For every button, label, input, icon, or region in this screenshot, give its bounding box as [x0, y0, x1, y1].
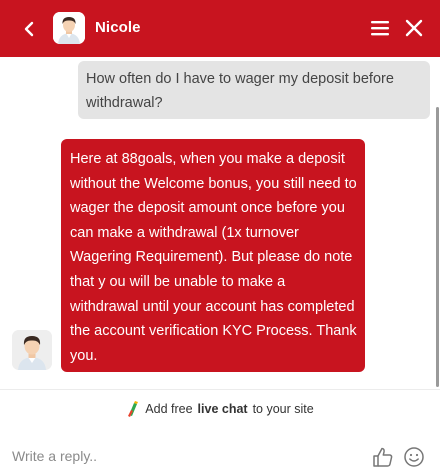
close-icon — [405, 19, 423, 37]
smiley-icon — [404, 447, 424, 467]
hamburger-menu-icon — [371, 21, 389, 36]
livechat-brand-icon — [128, 401, 139, 417]
agent-person-icon — [12, 330, 52, 370]
thumbs-up-icon — [373, 447, 393, 467]
promo-prefix: Add free — [145, 402, 193, 416]
chat-header: Nicole — [0, 0, 440, 57]
rate-good-button[interactable] — [372, 446, 394, 468]
chevron-left-icon — [24, 21, 34, 37]
agent-message: Here at 88goals, when you make a deposit… — [61, 139, 365, 372]
reply-input[interactable] — [12, 446, 352, 466]
footer-divider — [0, 389, 440, 390]
agent-person-icon — [53, 12, 85, 44]
scrollbar-thumb[interactable] — [436, 107, 439, 387]
livechat-promo-link[interactable]: Add free live chat to your site — [0, 401, 440, 417]
close-button[interactable] — [403, 17, 425, 39]
visitor-message: How often do I have to wager my deposit … — [78, 61, 430, 119]
message-agent-avatar — [12, 330, 52, 370]
menu-button[interactable] — [369, 17, 391, 39]
agent-name: Nicole — [95, 19, 141, 36]
message-list[interactable]: How often do I have to wager my deposit … — [0, 57, 440, 387]
promo-suffix: to your site — [252, 402, 314, 416]
back-button[interactable] — [16, 16, 42, 42]
chat-widget: Nicole How often do I have to wager my d… — [0, 0, 440, 475]
promo-bold: live chat — [197, 402, 248, 416]
emoji-button[interactable] — [403, 446, 425, 468]
agent-avatar — [53, 12, 85, 44]
